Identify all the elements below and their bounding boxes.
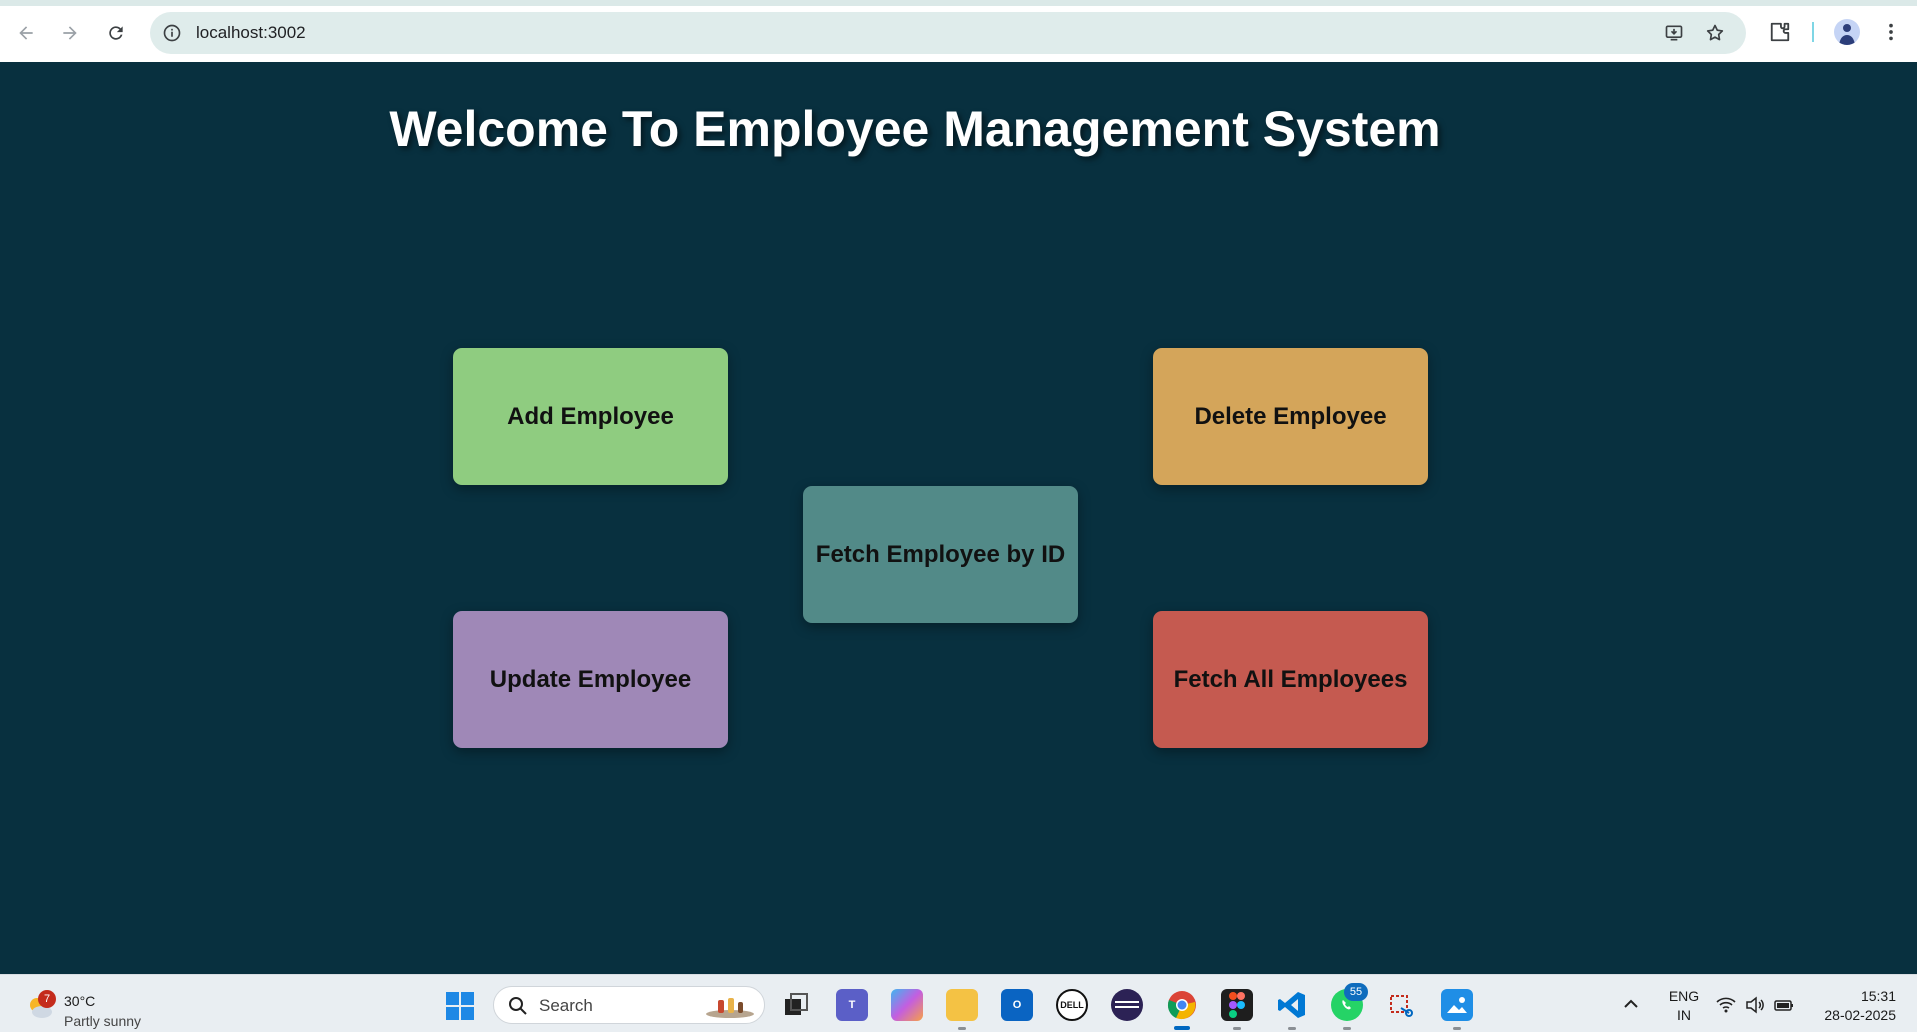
clock-date: 28-02-2025 — [1824, 1007, 1896, 1023]
update-employee-button[interactable]: Update Employee — [453, 611, 728, 748]
eclipse-icon[interactable] — [1111, 989, 1143, 1021]
photos-icon[interactable] — [1441, 989, 1473, 1021]
weather-widget[interactable]: 7 30°C Partly sunny — [22, 983, 172, 1029]
search-icon — [509, 997, 527, 1015]
taskbar-search-box[interactable]: Search — [493, 986, 765, 1024]
battery-icon[interactable] — [1774, 995, 1794, 1015]
url-text[interactable]: localhost:3002 — [196, 23, 306, 43]
toolbar-separator — [1812, 22, 1814, 42]
chrome-icon[interactable] — [1166, 989, 1198, 1021]
windows-start-icon[interactable] — [445, 991, 475, 1021]
fetch-all-employees-button[interactable]: Fetch All Employees — [1153, 611, 1428, 748]
reload-button[interactable] — [98, 15, 134, 51]
address-bar[interactable]: localhost:3002 — [150, 12, 1746, 54]
taskbar: 7 30°C Partly sunny Search T O DELL 55 E… — [0, 974, 1917, 1032]
system-clock[interactable]: 15:31 28-02-2025 — [1810, 987, 1896, 1025]
delete-employee-button[interactable]: Delete Employee — [1153, 348, 1428, 485]
whatsapp-unread-badge: 55 — [1344, 983, 1368, 1001]
weather-temperature: 30°C — [64, 993, 96, 1009]
arrow-left-icon — [19, 26, 33, 40]
app-running-indicator — [1453, 1027, 1461, 1030]
add-employee-button[interactable]: Add Employee — [453, 348, 728, 485]
volume-icon[interactable] — [1745, 995, 1765, 1015]
fetch-employee-by-id-button[interactable]: Fetch Employee by ID — [803, 486, 1078, 623]
outlook-icon[interactable]: O — [1001, 989, 1033, 1021]
app-running-indicator — [1233, 1027, 1241, 1030]
snipping-tool-icon[interactable] — [1386, 989, 1418, 1021]
input-language-indicator[interactable]: ENG IN — [1664, 987, 1704, 1025]
weather-alert-badge: 7 — [38, 990, 56, 1008]
region-code: IN — [1677, 1007, 1691, 1023]
install-app-icon[interactable] — [1664, 23, 1684, 43]
file-explorer-icon[interactable] — [946, 989, 978, 1021]
dell-icon[interactable]: DELL — [1056, 989, 1088, 1021]
chevron-up-icon[interactable] — [1622, 995, 1640, 1013]
arrow-right-icon — [63, 26, 77, 40]
back-button[interactable] — [8, 15, 44, 51]
extensions-icon[interactable] — [1769, 21, 1791, 43]
active-app-indicator — [1174, 1026, 1190, 1030]
forward-button[interactable] — [52, 15, 88, 51]
app-running-indicator — [958, 1027, 966, 1030]
site-info-icon[interactable] — [162, 23, 182, 43]
page-title: Welcome To Employee Management System — [389, 101, 1441, 157]
profile-icon — [1839, 24, 1855, 45]
search-highlight-icon — [706, 998, 754, 1018]
clock-time: 15:31 — [1860, 988, 1896, 1004]
bookmark-star-icon[interactable] — [1705, 23, 1725, 43]
tab-strip — [0, 0, 1917, 6]
search-placeholder: Search — [539, 996, 593, 1015]
language-code: ENG — [1668, 988, 1700, 1004]
vscode-icon[interactable] — [1276, 989, 1308, 1021]
wifi-icon[interactable] — [1716, 995, 1736, 1015]
task-view-icon[interactable] — [780, 989, 812, 1021]
copilot-icon[interactable] — [891, 989, 923, 1021]
app-running-indicator — [1288, 1027, 1296, 1030]
browser-toolbar: localhost:3002 — [0, 0, 1917, 62]
figma-icon[interactable] — [1221, 989, 1253, 1021]
teams-icon[interactable]: T — [836, 989, 868, 1021]
app-running-indicator — [1343, 1027, 1351, 1030]
reload-icon — [109, 26, 123, 40]
menu-kebab-icon[interactable] — [1880, 21, 1902, 43]
weather-description: Partly sunny — [64, 1013, 142, 1029]
profile-avatar[interactable] — [1834, 19, 1860, 45]
